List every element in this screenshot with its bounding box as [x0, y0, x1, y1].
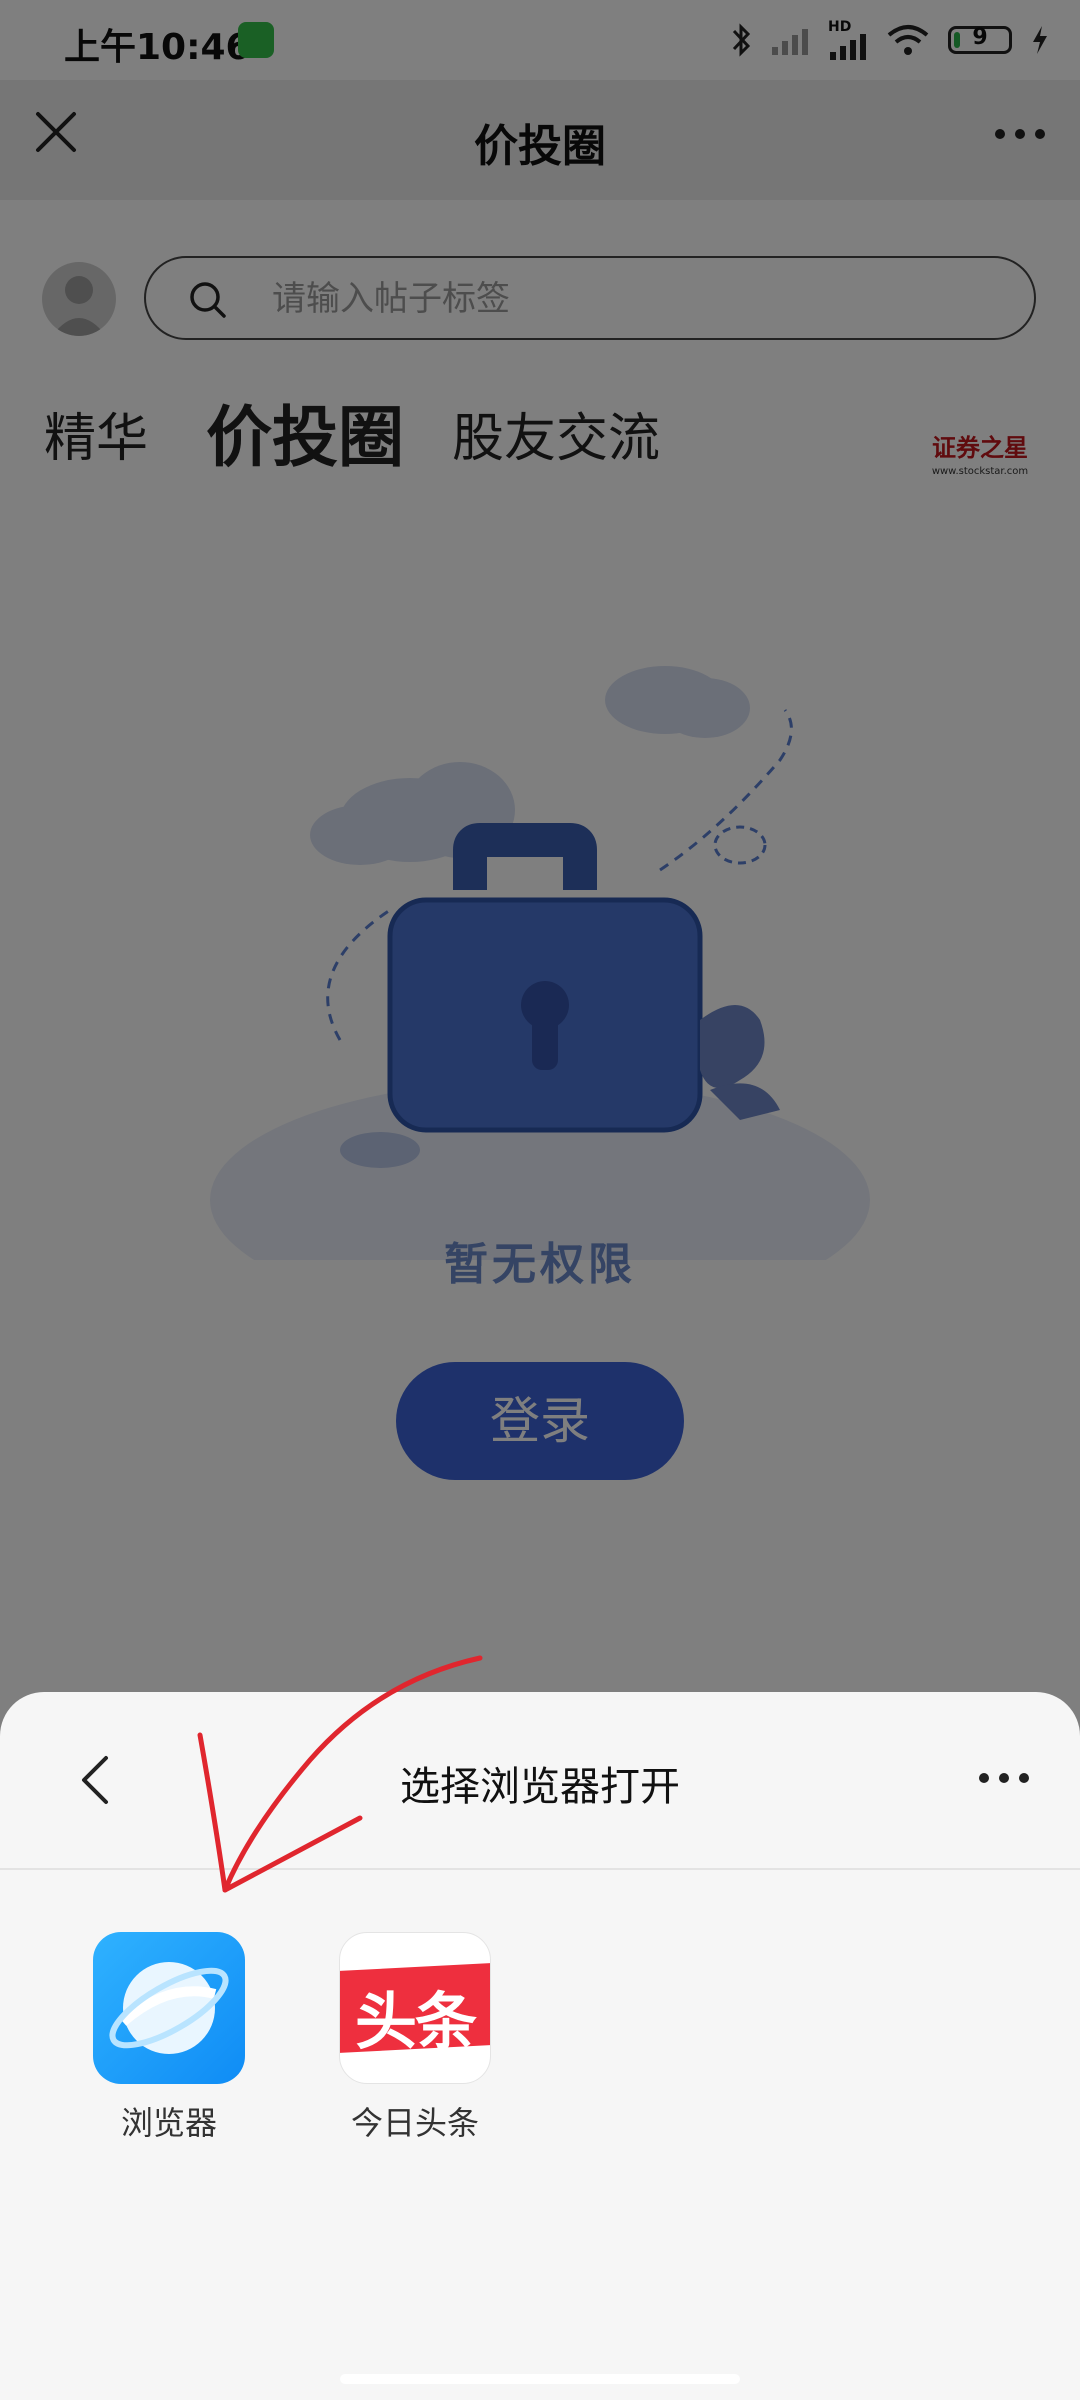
app-option-toutiao[interactable]: 头条 今日头条: [330, 1932, 500, 2144]
sheet-header: 选择浏览器打开: [0, 1692, 1080, 1870]
sheet-more-icon[interactable]: [974, 1758, 1034, 1798]
app-label-browser: 浏览器: [120, 2104, 217, 2142]
browser-icon: [93, 1932, 245, 2084]
sheet-title: 选择浏览器打开: [400, 1764, 680, 1810]
open-with-browser-sheet: 选择浏览器打开 浏览器 头条 今日头条: [0, 1692, 1080, 2400]
app-label-toutiao: 今日头条: [350, 2104, 479, 2142]
toutiao-icon-text: 头条: [354, 1985, 477, 2058]
app-option-browser[interactable]: 浏览器: [84, 1932, 254, 2144]
toutiao-icon: 头条: [339, 1932, 491, 2084]
home-indicator[interactable]: [340, 2374, 740, 2384]
annotation-arrow-icon: [197, 1655, 483, 1893]
